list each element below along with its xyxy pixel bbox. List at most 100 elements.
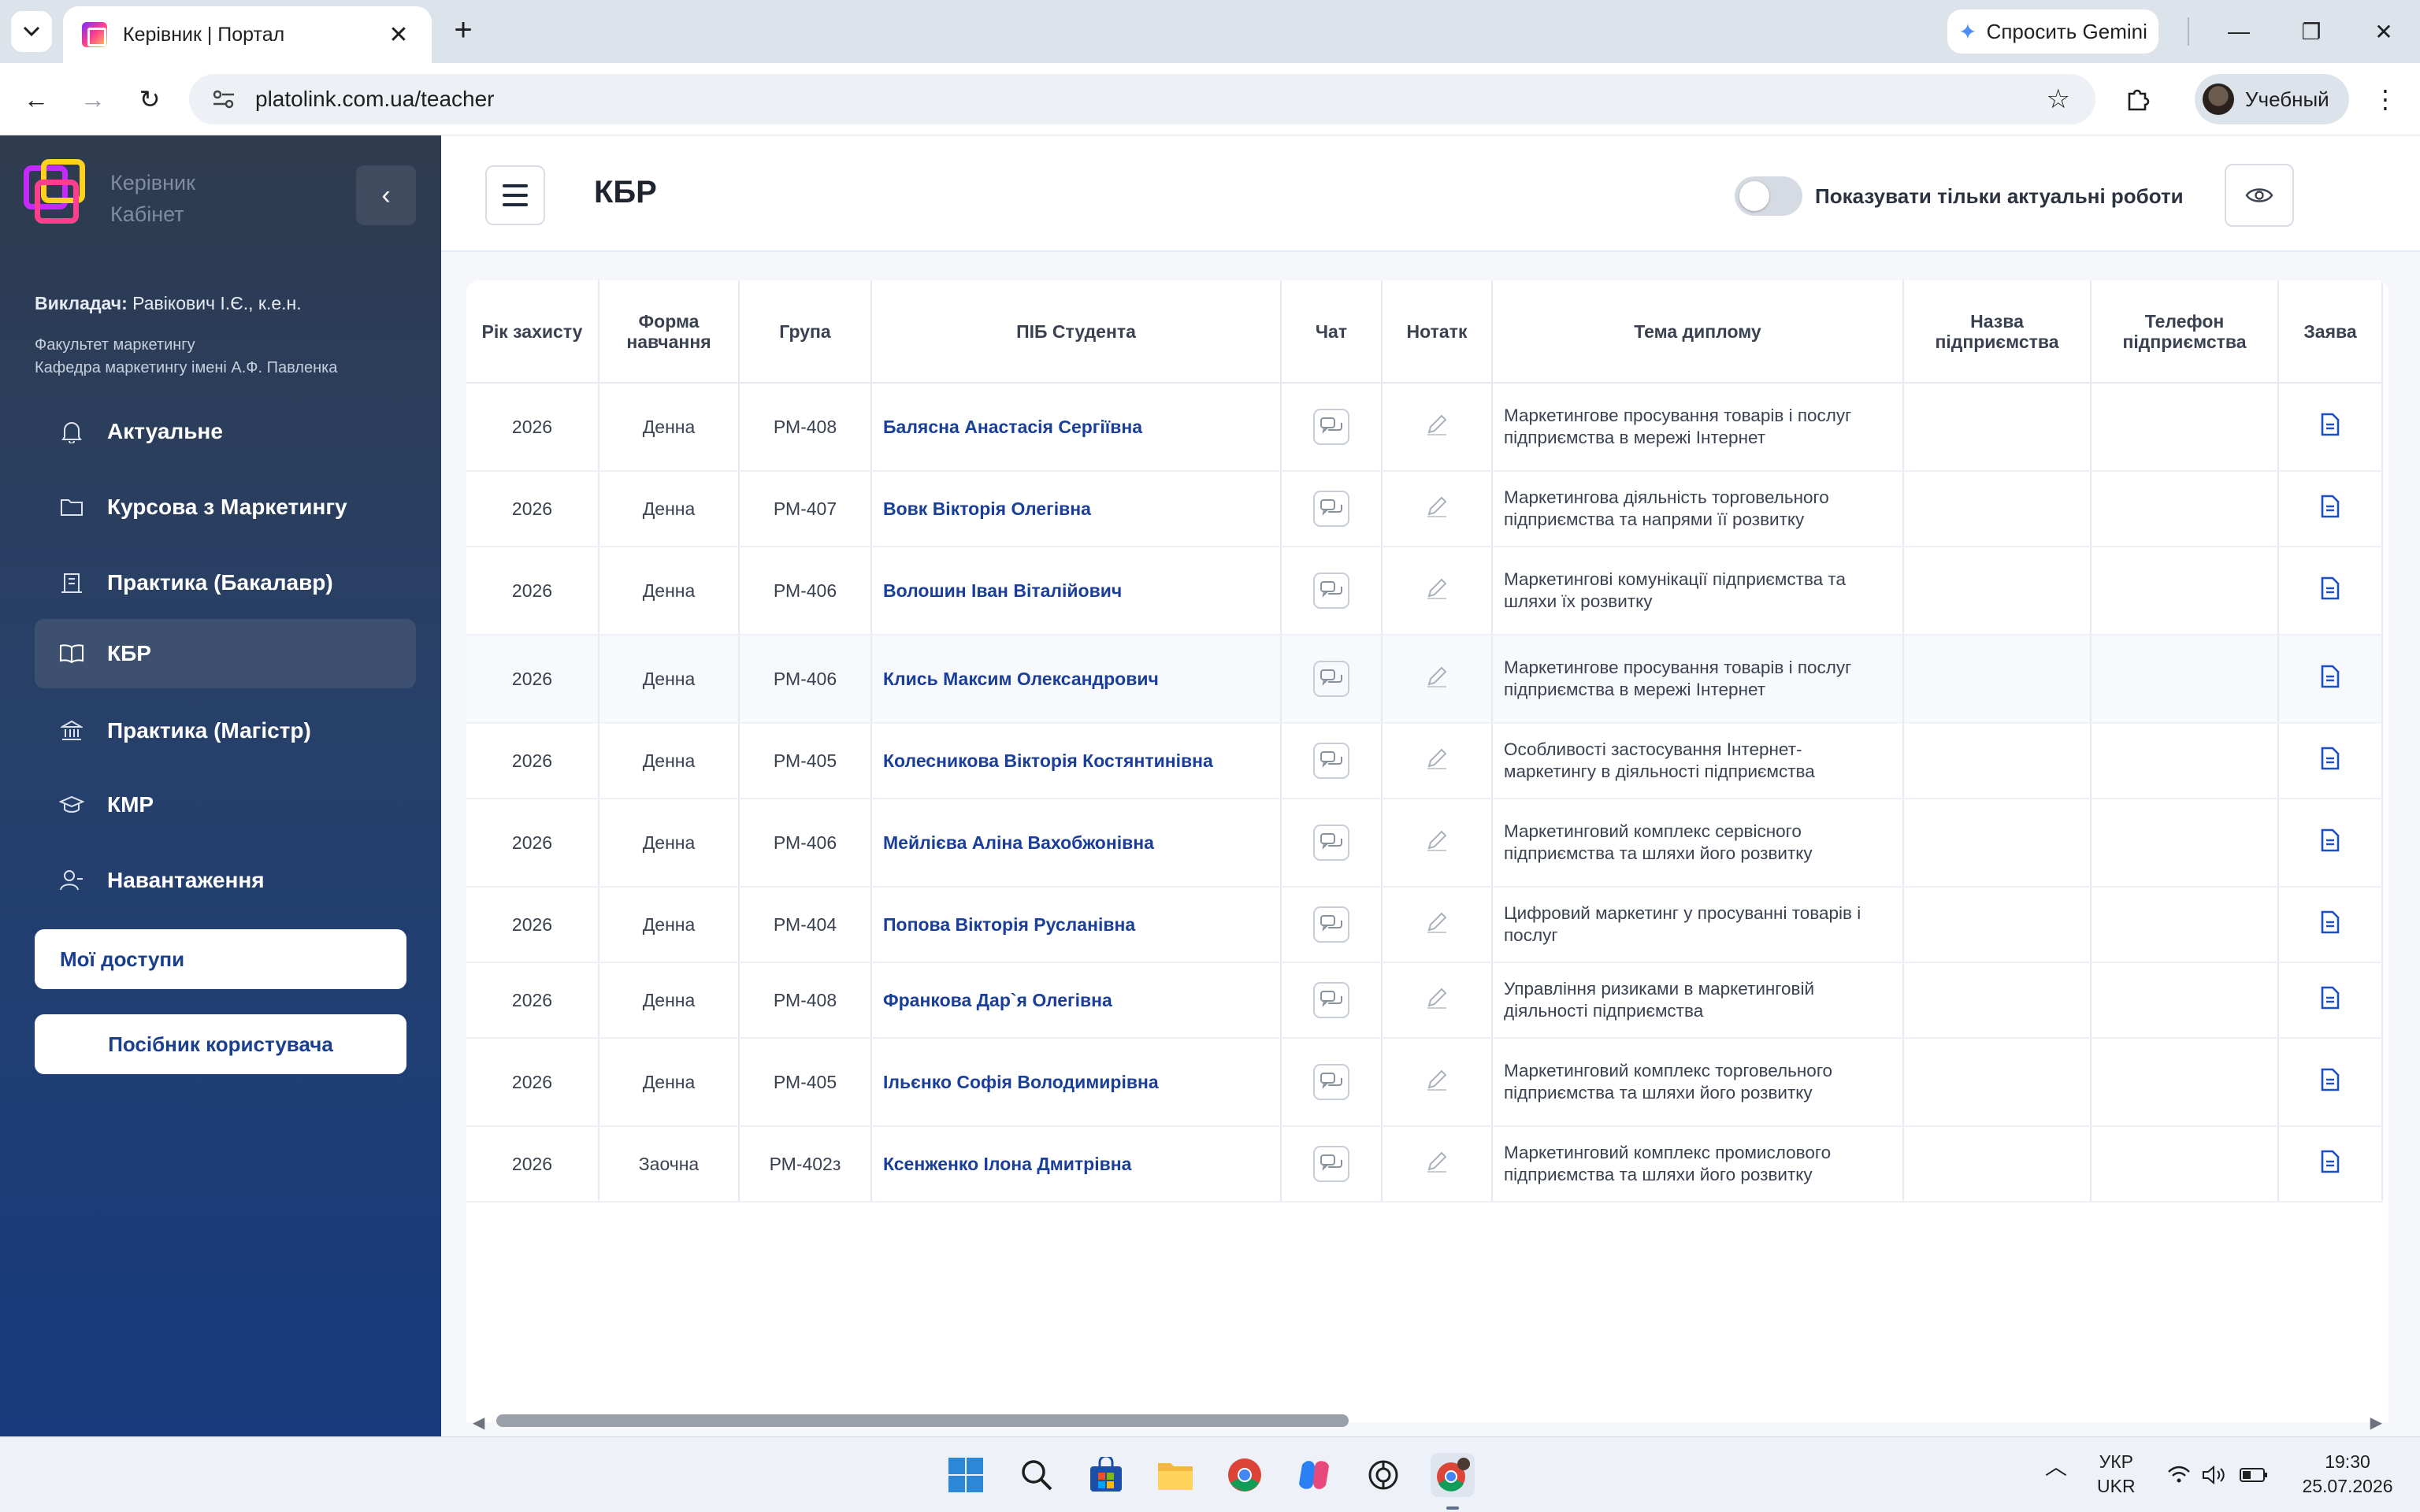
- document-icon[interactable]: [2321, 413, 2340, 441]
- profile-button[interactable]: Учебный: [2195, 74, 2349, 124]
- chat-icon[interactable]: [1313, 906, 1349, 943]
- reload-button[interactable]: ↻: [131, 80, 169, 118]
- chat-icon[interactable]: [1313, 573, 1349, 609]
- close-window-button[interactable]: ✕: [2360, 11, 2407, 52]
- more-menu-icon[interactable]: ⋮: [2370, 80, 2401, 118]
- actual-works-toggle[interactable]: [1735, 176, 1802, 216]
- new-tab-button[interactable]: +: [446, 14, 481, 49]
- tab-search-button[interactable]: [11, 11, 52, 52]
- gemini-button[interactable]: ✦ Спросить Gemini: [1947, 9, 2158, 54]
- tab-close-icon[interactable]: ✕: [384, 21, 413, 49]
- chrome-icon[interactable]: [1223, 1453, 1267, 1497]
- visibility-button[interactable]: [2225, 164, 2294, 227]
- scrollbar-thumb[interactable]: [496, 1414, 1349, 1427]
- pencil-icon[interactable]: [1424, 414, 1449, 441]
- column-header[interactable]: Форма навчання: [599, 280, 740, 384]
- scroll-left-arrow-icon[interactable]: ◀: [473, 1413, 484, 1432]
- tray-overflow-icon[interactable]: ︿: [2045, 1455, 2067, 1479]
- sidebar-item-practice-bachelor[interactable]: Практика (Бакалавр): [35, 548, 416, 617]
- document-icon[interactable]: [2321, 986, 2340, 1014]
- column-header[interactable]: Тема диплому: [1492, 280, 1904, 384]
- table-row[interactable]: 2026 Денна РМ-408 Франкова Дар`я Олегівна Уп…: [466, 962, 2383, 1039]
- student-name-link[interactable]: Попова Вікторія Русланівна: [871, 887, 1282, 963]
- student-name-link[interactable]: Балясна Анастасія Сергіївна: [871, 383, 1282, 472]
- sidebar-item-actual[interactable]: Актуальне: [35, 397, 416, 466]
- student-name-link[interactable]: Колесникова Вікторія Костянтинівна: [871, 723, 1282, 799]
- pencil-icon[interactable]: [1424, 988, 1449, 1014]
- scroll-right-arrow-icon[interactable]: ▶: [2370, 1413, 2382, 1432]
- sidebar-item-workload[interactable]: Навантаження: [35, 846, 416, 915]
- chat-icon[interactable]: [1313, 825, 1349, 861]
- chat-icon[interactable]: [1313, 1064, 1349, 1100]
- column-header[interactable]: Чат: [1281, 280, 1383, 384]
- chat-icon[interactable]: [1313, 743, 1349, 779]
- my-access-button[interactable]: Мої доступи: [35, 929, 406, 989]
- student-name-link[interactable]: Волошин Іван Віталійович: [871, 547, 1282, 636]
- pencil-icon[interactable]: [1424, 1069, 1449, 1096]
- student-name-link[interactable]: Ільєнко Софія Володимирівна: [871, 1038, 1282, 1127]
- table-row[interactable]: 2026 Денна РМ-407 Вовк Вікторія Олегівна Мар…: [466, 471, 2383, 547]
- pencil-icon[interactable]: [1424, 496, 1449, 523]
- windows-start-icon[interactable]: [944, 1453, 988, 1497]
- pencil-icon[interactable]: [1424, 912, 1449, 939]
- forward-button[interactable]: →: [74, 80, 112, 118]
- document-icon[interactable]: [2321, 576, 2340, 605]
- student-name-link[interactable]: Вовк Вікторія Олегівна: [871, 471, 1282, 547]
- column-header[interactable]: Заява: [2278, 280, 2383, 384]
- chat-icon[interactable]: [1313, 1146, 1349, 1182]
- document-icon[interactable]: [2321, 1068, 2340, 1096]
- column-header[interactable]: ПІБ Студента: [871, 280, 1282, 384]
- column-header[interactable]: Група: [739, 280, 872, 384]
- sidebar-item-kbr[interactable]: КБР: [35, 619, 416, 688]
- pencil-icon[interactable]: [1424, 1151, 1449, 1178]
- document-icon[interactable]: [2321, 828, 2340, 857]
- chat-icon[interactable]: [1313, 982, 1349, 1018]
- document-icon[interactable]: [2321, 1150, 2340, 1178]
- column-header[interactable]: Нотатк: [1382, 280, 1493, 384]
- sidebar-item-practice-master[interactable]: Практика (Магістр): [35, 696, 416, 765]
- menu-toggle-button[interactable]: [485, 165, 545, 225]
- table-row[interactable]: 2026 Денна РМ-405 Колесникова Вікторія Кост…: [466, 723, 2383, 799]
- student-name-link[interactable]: Клись Максим Олександрович: [871, 635, 1282, 724]
- extensions-puzzle-icon[interactable]: [2118, 79, 2158, 120]
- chat-icon[interactable]: [1313, 491, 1349, 527]
- copilot-icon[interactable]: [1292, 1453, 1336, 1497]
- student-name-link[interactable]: Мейлієва Аліна Вахобжонівна: [871, 799, 1282, 888]
- bookmark-star-icon[interactable]: ☆: [2047, 83, 2070, 115]
- table-row[interactable]: 2026 Денна РМ-408 Балясна Анастасія Сергіїв…: [466, 383, 2383, 472]
- search-icon[interactable]: [1015, 1453, 1059, 1497]
- minimize-button[interactable]: —: [2215, 11, 2262, 52]
- table-row[interactable]: 2026 Денна РМ-405 Ільєнко Софія Володимирів…: [466, 1038, 2383, 1127]
- document-icon[interactable]: [2321, 665, 2340, 693]
- student-name-link[interactable]: Ксенженко Ілона Дмитрівна: [871, 1126, 1282, 1203]
- document-icon[interactable]: [2321, 910, 2340, 939]
- back-button[interactable]: ←: [17, 80, 55, 118]
- chat-icon[interactable]: [1313, 409, 1349, 445]
- table-row[interactable]: 2026 Заочна РМ-402з Ксенженко Ілона Дмитрів…: [466, 1126, 2383, 1203]
- pencil-icon[interactable]: [1424, 578, 1449, 605]
- address-bar[interactable]: platolink.com.ua/teacher ☆: [189, 74, 2095, 124]
- table-row[interactable]: 2026 Денна РМ-406 Клись Максим Олександрови…: [466, 635, 2383, 724]
- file-explorer-icon[interactable]: [1153, 1453, 1197, 1497]
- sidebar-item-kmr[interactable]: КМР: [35, 770, 416, 839]
- chatgpt-icon[interactable]: [1361, 1453, 1405, 1497]
- system-tray[interactable]: [2158, 1453, 2277, 1497]
- collapse-sidebar-button[interactable]: ‹: [356, 165, 416, 225]
- column-header[interactable]: Телефон підприємства: [2091, 280, 2279, 384]
- clock[interactable]: 19:30 25.07.2026: [2292, 1450, 2403, 1499]
- pencil-icon[interactable]: [1424, 748, 1449, 775]
- column-header[interactable]: Рік захисту: [466, 280, 599, 384]
- restore-button[interactable]: ❐: [2288, 11, 2335, 52]
- pencil-icon[interactable]: [1424, 830, 1449, 857]
- store-icon[interactable]: [1084, 1453, 1128, 1497]
- column-header[interactable]: Назва підприємства: [1903, 280, 2092, 384]
- chrome-profile-icon[interactable]: [1431, 1453, 1475, 1497]
- user-guide-button[interactable]: Посібник користувача: [35, 1014, 406, 1074]
- table-row[interactable]: 2026 Денна РМ-406 Волошин Іван Віталійович М…: [466, 547, 2383, 636]
- language-indicator[interactable]: УКР UKR: [2097, 1450, 2136, 1499]
- table-row[interactable]: 2026 Денна РМ-404 Попова Вікторія Русланівн…: [466, 887, 2383, 963]
- sidebar-item-coursework[interactable]: Курсова з Маркетингу: [35, 472, 416, 542]
- browser-tab[interactable]: Керівник | Портал ✕: [63, 6, 432, 63]
- chat-icon[interactable]: [1313, 661, 1349, 697]
- document-icon[interactable]: [2321, 747, 2340, 775]
